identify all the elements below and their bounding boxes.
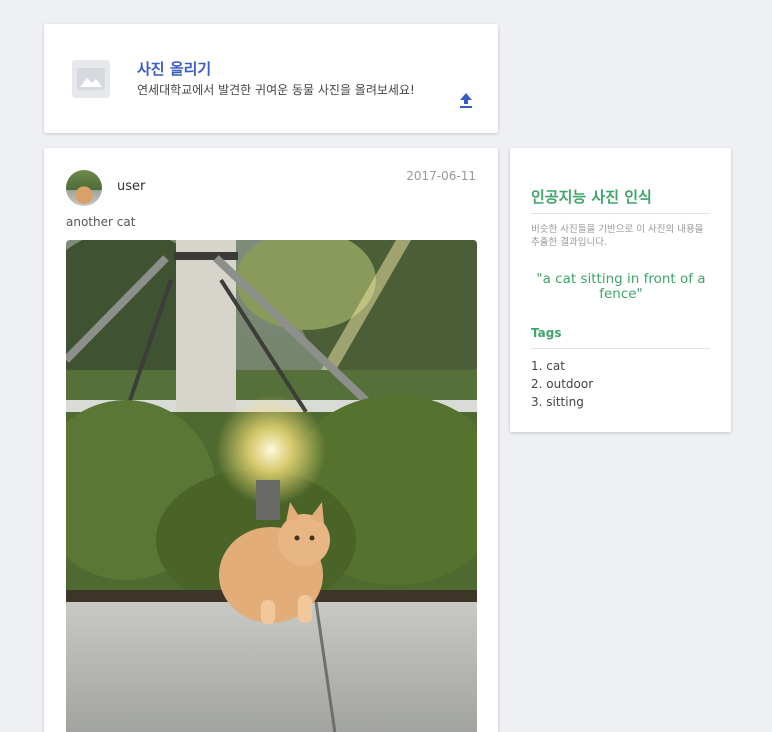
- tags-divider: [531, 348, 710, 349]
- list-item: 2. outdoor: [531, 377, 594, 391]
- post-username[interactable]: user: [117, 179, 145, 194]
- post-caption: another cat: [66, 215, 136, 229]
- image-placeholder-icon: [72, 60, 110, 98]
- ai-recognition-card: 인공지능 사진 인식 비슷한 사진들을 기반으로 이 사진의 내용을 추출한 결…: [510, 148, 731, 432]
- upload-title[interactable]: 사진 올리기: [137, 58, 211, 79]
- ai-caption-quote: "a cat sitting in front of a fence": [536, 271, 706, 302]
- post-card: user 2017-06-11 another cat: [44, 148, 498, 732]
- list-item: 1. cat: [531, 359, 565, 373]
- ai-title: 인공지능 사진 인식: [531, 188, 652, 206]
- upload-card: 사진 올리기 연세대학교에서 발견한 귀여운 동물 사진을 올려보세요!: [44, 24, 498, 133]
- tags-list: 1. cat 2. outdoor 3. sitting: [531, 357, 593, 411]
- ai-description: 비슷한 사진들을 기반으로 이 사진의 내용을 추출한 결과입니다.: [531, 224, 704, 248]
- tags-title: Tags: [531, 326, 562, 340]
- post-photo: [66, 240, 477, 732]
- list-item: 3. sitting: [531, 395, 584, 409]
- ai-divider: [531, 213, 710, 214]
- avatar[interactable]: [66, 170, 102, 206]
- upload-description: 연세대학교에서 발견한 귀여운 동물 사진을 올려보세요!: [137, 83, 415, 97]
- post-date: 2017-06-11: [406, 169, 476, 183]
- upload-arrow-icon[interactable]: [458, 91, 474, 109]
